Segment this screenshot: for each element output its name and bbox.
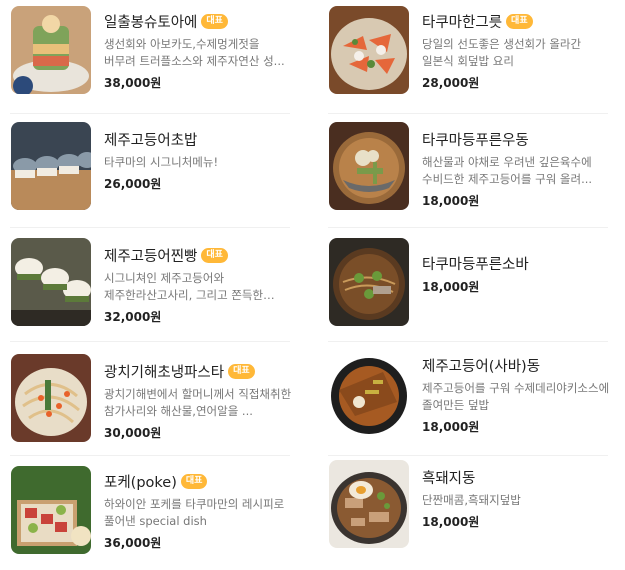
menu-item-description: 광치기해변에서 할머니께서 직접채취한 참가사리와 해산물,연어알을 ...	[104, 387, 292, 418]
menu-item-info: 포케(poke) 대표 하와이안 포케를 타쿠마만의 레시피로 풀어낸 speci…	[104, 470, 294, 551]
menu-item-photo	[329, 6, 409, 94]
menu-item-description: 해산물과 야채로 우려낸 깊은육수에 수비드한 제주고등어를 구워 올려...	[422, 155, 593, 186]
menu-item-price: 18,000원	[422, 194, 480, 208]
menu-item[interactable]: 타쿠마등푸른소바 18,000원	[318, 228, 618, 342]
signature-badge: 대표	[506, 13, 533, 29]
menu-item-price: 30,000원	[104, 426, 162, 440]
menu-item-price: 26,000원	[104, 177, 162, 191]
menu-item-photo	[11, 238, 91, 326]
signature-badge: 대표	[228, 363, 255, 379]
signature-badge: 대표	[201, 247, 228, 263]
menu-item-description: 당일의 선도좋은 생선회가 올라간 일본식 회덮밥 요리	[422, 37, 582, 68]
menu-item[interactable]: 제주고등어(사바)동 제주고등어를 구워 수제데리야키소스에 졸여만든 덮밥 1…	[318, 342, 618, 456]
menu-item-info: 제주고등어초밥 타쿠마의 시그니처메뉴! 26,000원	[104, 128, 294, 192]
menu-item-info: 타쿠마등푸른우동 해산물과 야채로 우려낸 깊은육수에 수비드한 제주고등어를 …	[422, 128, 612, 209]
menu-item[interactable]: 광치기해초냉파스타 대표 광치기해변에서 할머니께서 직접채취한 참가사리와 해산…	[0, 342, 300, 456]
menu-item-price: 18,000원	[422, 420, 480, 434]
menu-item-photo	[11, 122, 91, 210]
menu-item-name: 일출봉슈토아에	[104, 14, 198, 31]
menu-item-description: 제주고등어를 구워 수제데리야키소스에 졸여만든 덮밥	[422, 381, 610, 412]
menu-item-name: 제주고등어찐빵	[104, 248, 198, 265]
menu-item-name: 타쿠마한그릇	[422, 14, 503, 31]
menu-item-info: 흑돼지동 단짠매콤,흑돼지덮밥 18,000원	[422, 466, 612, 530]
menu-item[interactable]: 흑돼지동 단짠매콤,흑돼지덮밥 18,000원	[318, 456, 618, 570]
menu-item-photo	[11, 466, 91, 554]
menu-item-name: 타쿠마등푸른우동	[422, 132, 529, 149]
menu-item[interactable]: 제주고등어초밥 타쿠마의 시그니처메뉴! 26,000원	[0, 114, 300, 228]
menu-item-info: 타쿠마한그릇 대표 당일의 선도좋은 생선회가 올라간 일본식 회덮밥 요리 28…	[422, 10, 612, 91]
menu-item-photo	[329, 122, 409, 210]
menu-grid: 일출봉슈토아에 대표 생선회와 아보카도,수제멍게젓을 버무려 트러플소스와 제주…	[0, 0, 625, 561]
menu-item[interactable]: 포케(poke) 대표 하와이안 포케를 타쿠마만의 레시피로 풀어낸 speci…	[0, 456, 300, 570]
menu-item-description: 타쿠마의 시그니처메뉴!	[104, 155, 219, 169]
menu-item-name: 흑돼지동	[422, 470, 476, 487]
menu-item-description: 시그니쳐인 제주고등어와 제주한라산고사리, 그리고 쫀득한 하마보찐...	[104, 271, 264, 302]
signature-badge: 대표	[180, 473, 208, 489]
menu-item-info: 일출봉슈토아에 대표 생선회와 아보카도,수제멍게젓을 버무려 트러플소스와 제주…	[104, 10, 294, 91]
menu-item-info: 타쿠마등푸른소바 18,000원	[422, 252, 612, 295]
menu-item-photo	[329, 460, 409, 548]
menu-item-price: 38,000원	[104, 76, 162, 90]
menu-item-price: 18,000원	[422, 515, 480, 529]
menu-item-photo	[329, 238, 409, 326]
menu-item-description: 하와이안 포케를 타쿠마만의 레시피로 풀어낸 special dish	[104, 497, 285, 528]
menu-item-price: 32,000원	[104, 310, 162, 324]
menu-item-info: 제주고등어찐빵 대표 시그니쳐인 제주고등어와 제주한라산고사리, 그리고 쫀득한…	[104, 244, 294, 325]
menu-item[interactable]: 제주고등어찐빵 대표 시그니쳐인 제주고등어와 제주한라산고사리, 그리고 쫀득한…	[0, 228, 300, 342]
menu-item-price: 28,000원	[422, 76, 480, 90]
menu-item-name: 제주고등어(사바)동	[422, 358, 541, 375]
menu-item-price: 36,000원	[104, 536, 162, 550]
menu-item-photo	[329, 350, 409, 438]
menu-item-description: 단짠매콤,흑돼지덮밥	[422, 493, 521, 507]
signature-badge: 대표	[201, 13, 228, 29]
menu-item-price: 18,000원	[422, 280, 480, 294]
menu-item-info: 제주고등어(사바)동 제주고등어를 구워 수제데리야키소스에 졸여만든 덮밥 1…	[422, 354, 612, 435]
menu-item-photo	[11, 354, 91, 442]
menu-item-name: 포케(poke)	[104, 474, 177, 491]
menu-item-description: 생선회와 아보카도,수제멍게젓을 버무려 트러플소스와 제주자연산 성...	[104, 37, 285, 68]
menu-column-left: 일출봉슈토아에 대표 생선회와 아보카도,수제멍게젓을 버무려 트러플소스와 제주…	[0, 0, 300, 570]
menu-item[interactable]: 타쿠마등푸른우동 해산물과 야채로 우려낸 깊은육수에 수비드한 제주고등어를 …	[318, 114, 618, 228]
menu-item[interactable]: 일출봉슈토아에 대표 생선회와 아보카도,수제멍게젓을 버무려 트러플소스와 제주…	[0, 0, 300, 114]
menu-column-right: 타쿠마한그릇 대표 당일의 선도좋은 생선회가 올라간 일본식 회덮밥 요리 28…	[318, 0, 618, 570]
menu-item-name: 광치기해초냉파스타	[104, 364, 225, 381]
menu-item[interactable]: 타쿠마한그릇 대표 당일의 선도좋은 생선회가 올라간 일본식 회덮밥 요리 28…	[318, 0, 618, 114]
menu-item-name: 타쿠마등푸른소바	[422, 256, 529, 273]
menu-item-photo	[11, 6, 91, 94]
menu-item-name: 제주고등어초밥	[104, 132, 198, 149]
menu-item-info: 광치기해초냉파스타 대표 광치기해변에서 할머니께서 직접채취한 참가사리와 해산…	[104, 360, 294, 441]
